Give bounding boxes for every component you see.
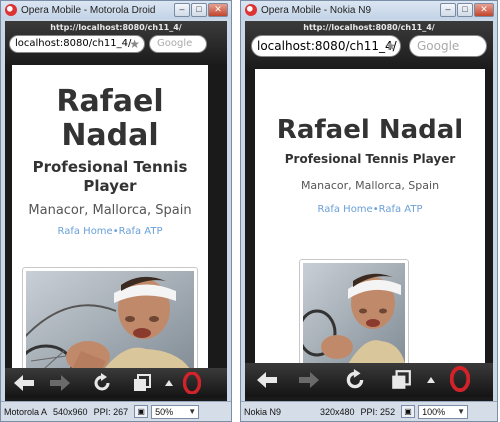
player-photo [299,259,409,363]
link-rafa-home[interactable]: Rafa Home [317,204,372,215]
up-arrow-icon[interactable] [425,369,437,391]
left-title-bar[interactable]: Opera Mobile - Motorola Droid – □ ✕ [1,1,231,19]
right-address-text[interactable]: localhost:8080/ch11_4/ [257,39,397,53]
right-zoom-value: 100% [422,406,446,417]
tabs-icon[interactable] [387,369,415,391]
right-resolution: 320x480 [320,406,355,417]
page-heading-line2: Nadal [61,118,159,153]
right-device-name: Nokia N9 [244,406,282,417]
left-resolution: 540x960 [53,406,88,417]
star-icon[interactable]: ★ [129,37,140,51]
opera-app-icon [245,4,257,16]
right-zoom-select[interactable]: 100% ▼ [418,404,469,419]
right-emulator-window: Opera Mobile - Nokia N9 – □ ✕ http://loc… [240,0,498,422]
star-icon[interactable]: ★ [385,39,396,53]
left-address-text[interactable]: localhost:8080/ch11_4/ [15,38,131,49]
opera-app-icon [5,4,17,16]
left-ppi: PPI: 267 [93,406,129,417]
left-address-area: http://localhost:8080/ch11_4/ localhost:… [5,21,227,65]
left-search-placeholder: Google [157,38,193,49]
right-search-placeholder: Google [417,39,460,53]
right-status-bar: Nokia N9 320x480 PPI: 252 ▣ 100% ▼ [241,401,497,421]
left-device-name: Motorola A [4,406,48,417]
screen-size-icon[interactable]: ▣ [401,405,416,418]
left-emulator-window: Opera Mobile - Motorola Droid – □ ✕ http… [0,0,232,422]
right-search-field[interactable]: Google [409,35,487,57]
chevron-down-icon: ▼ [457,406,466,416]
minimize-button[interactable]: – [174,3,190,17]
page-links: Rafa Home•Rafa ATP [255,203,485,217]
link-rafa-atp[interactable]: Rafa ATP [379,204,423,215]
page-heading: Rafael Nadal [276,115,464,145]
right-device-screen: http://localhost:8080/ch11_4/ localhost:… [245,21,493,417]
page-subheading-line2: Player [83,177,137,195]
left-zoom-value: 50% [155,406,174,417]
right-browser-toolbar [245,363,493,397]
right-title-bar[interactable]: Opera Mobile - Nokia N9 – □ ✕ [241,1,497,19]
reload-icon[interactable] [89,372,115,394]
page-location: Manacor, Mallorca, Spain [28,203,192,218]
back-arrow-icon[interactable] [253,369,281,391]
right-url-caption: http://localhost:8080/ch11_4/ [303,23,435,32]
left-window-title: Opera Mobile - Motorola Droid [21,4,156,16]
forward-arrow-icon[interactable] [47,372,73,394]
right-address-area: http://localhost:8080/ch11_4/ localhost:… [245,21,493,69]
back-arrow-icon[interactable] [11,372,37,394]
right-ppi: PPI: 252 [360,406,396,417]
player-photo [22,267,198,368]
tennis-player-image [303,263,405,363]
left-device-screen: http://localhost:8080/ch11_4/ localhost:… [5,21,227,417]
page-location: Manacor, Mallorca, Spain [300,179,440,192]
right-address-field[interactable]: localhost:8080/ch11_4/ ★ [251,35,401,57]
left-url-caption: http://localhost:8080/ch11_4/ [50,23,182,32]
close-button[interactable]: ✕ [474,3,494,17]
screen-size-icon[interactable]: ▣ [134,405,149,418]
page-links: Rafa Home•Rafa ATP [12,225,208,239]
minimize-button[interactable]: – [440,3,456,17]
opera-logo-icon[interactable] [181,372,203,394]
link-rafa-home[interactable]: Rafa Home [57,226,112,237]
left-status-bar: Motorola A 540x960 PPI: 267 ▣ 50% ▼ [1,401,231,421]
left-address-field[interactable]: localhost:8080/ch11_4/ ★ [9,35,145,53]
close-button[interactable]: ✕ [208,3,228,17]
left-browser-toolbar [5,368,227,398]
right-window-title: Opera Mobile - Nokia N9 [261,4,372,16]
left-web-page: Rafael Nadal Profesional Tennis Player M… [12,65,208,368]
maximize-button[interactable]: □ [191,3,207,17]
opera-logo-icon[interactable] [447,366,473,392]
page-subheading-line1: Profesional Tennis [32,158,188,176]
up-arrow-icon[interactable] [163,372,175,394]
reload-icon[interactable] [341,369,369,391]
chevron-down-icon: ▼ [188,406,197,416]
link-rafa-atp[interactable]: Rafa ATP [119,226,163,237]
tabs-icon[interactable] [129,372,155,394]
forward-arrow-icon[interactable] [295,369,323,391]
tennis-player-image [26,271,194,368]
page-heading-line1: Rafael [56,84,164,119]
page-subheading: Profesional Tennis Player [284,152,456,166]
right-web-page: Rafael Nadal Profesional Tennis Player M… [255,69,485,363]
left-search-field[interactable]: Google [149,35,207,53]
left-zoom-select[interactable]: 50% ▼ [151,404,200,419]
maximize-button[interactable]: □ [457,3,473,17]
